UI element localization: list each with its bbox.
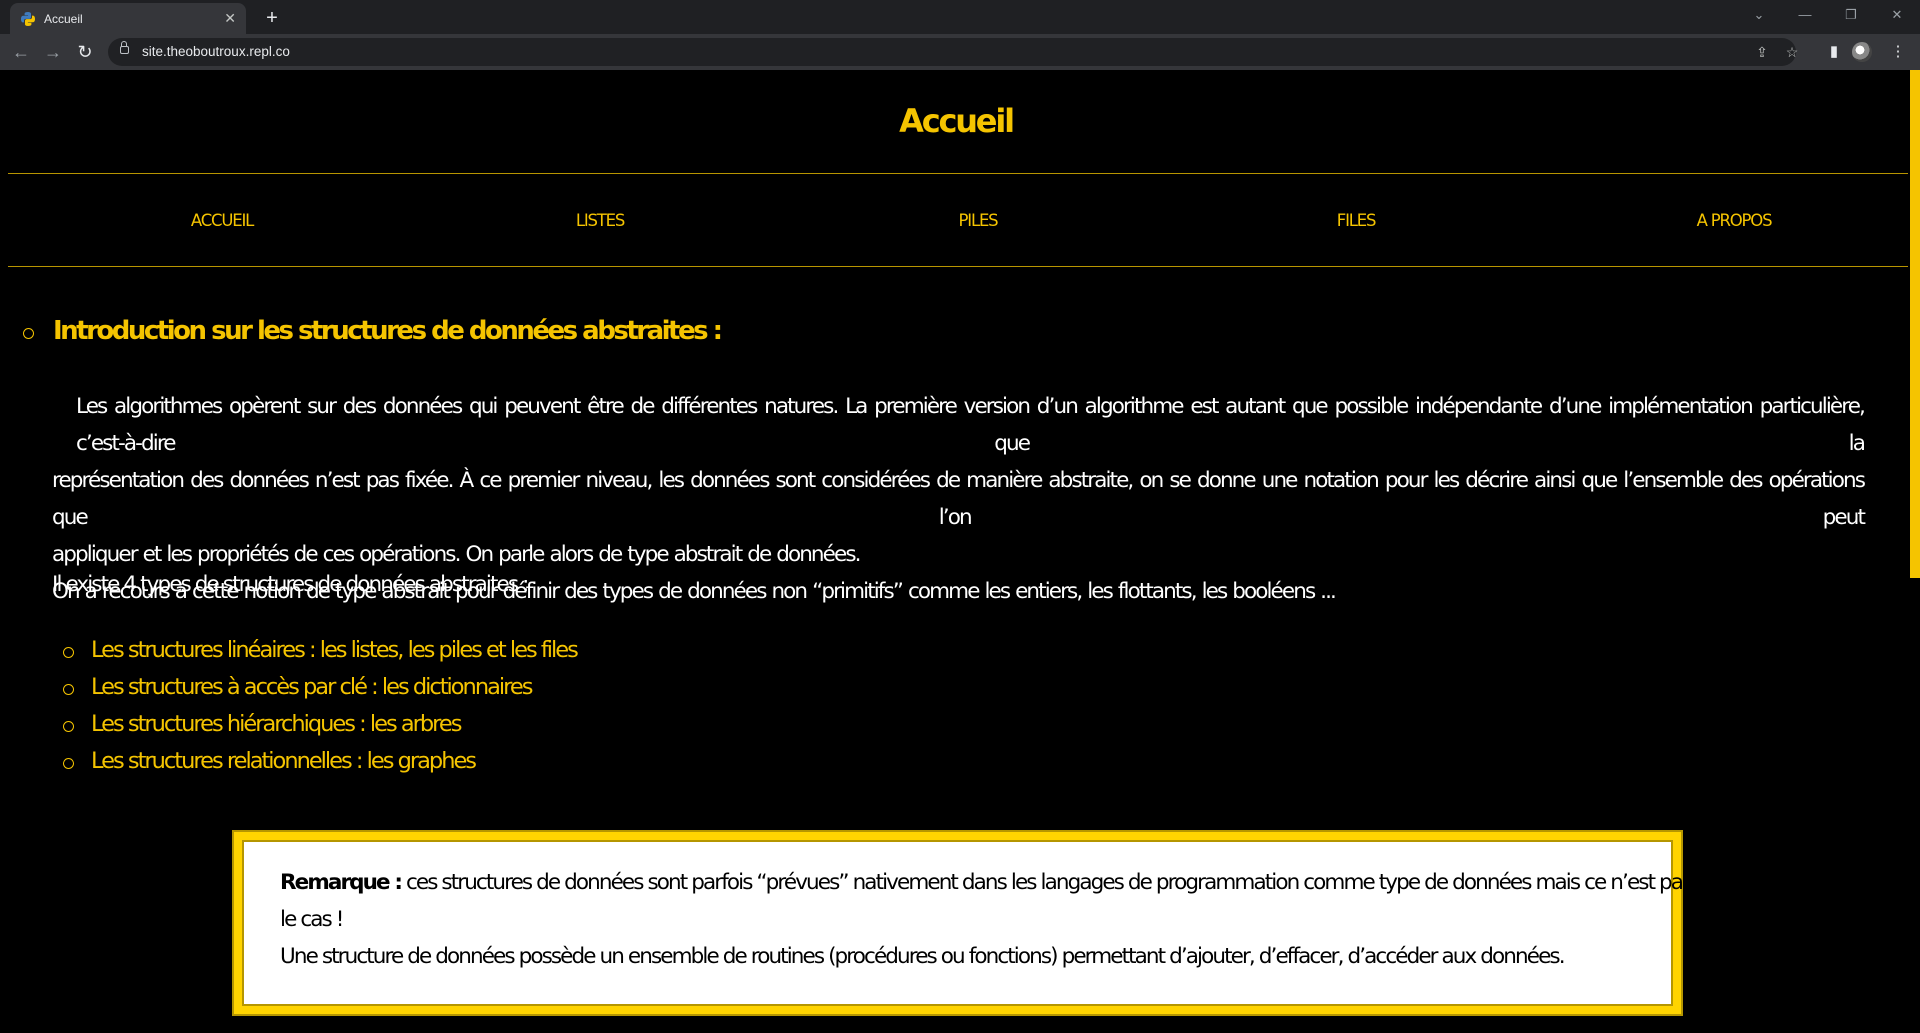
- list-bullet-icon: [63, 647, 74, 658]
- remark-box: Remarque : ces structures de données son…: [232, 830, 1771, 1016]
- list-item: Les structures à accès par clé : les dic…: [91, 674, 533, 700]
- section-bullet-icon: [23, 328, 34, 339]
- section-title: Introduction sur les structures de donné…: [53, 316, 723, 346]
- web-page: Accueil ACCUEIL LISTES PILES FILES A PRO…: [0, 70, 1920, 1033]
- list-bullet-icon: [63, 721, 74, 732]
- browser-toolbar: ← → ↻ site.theoboutroux.repl.co ⇪ ☆ ▮ ⋮: [0, 34, 1920, 70]
- page-title: Accueil: [899, 102, 1015, 140]
- side-panel-icon[interactable]: ▮: [1820, 38, 1848, 66]
- remark-line: Une structure de données possède un ense…: [280, 944, 1566, 969]
- paragraph-line: appliquer et les propriétés de ces opéra…: [52, 542, 861, 567]
- types-intro-text: Il existe 4 types de structures de donné…: [52, 572, 529, 597]
- reload-icon[interactable]: ↻: [71, 38, 99, 66]
- nav-link-accueil[interactable]: ACCUEIL: [191, 211, 254, 230]
- nav-link-piles[interactable]: PILES: [959, 211, 999, 230]
- forward-arrow-icon[interactable]: →: [39, 38, 67, 66]
- tab-search-icon[interactable]: ⌄: [1736, 0, 1782, 30]
- restore-button[interactable]: ❐: [1828, 0, 1874, 30]
- remark-label: Remarque :: [280, 870, 403, 895]
- list-item: Les structures relationnelles : les grap…: [91, 748, 477, 774]
- url-text: site.theoboutroux.repl.co: [142, 44, 290, 59]
- list-item: Les structures linéaires : les listes, l…: [91, 637, 579, 663]
- nav-divider: [8, 266, 1908, 267]
- close-window-button[interactable]: ✕: [1874, 0, 1920, 30]
- tab-title: Accueil: [44, 11, 83, 26]
- new-tab-button[interactable]: +: [258, 4, 286, 32]
- list-bullet-icon: [63, 684, 74, 695]
- list-item: Les structures hiérarchiques : les arbre…: [91, 711, 462, 737]
- close-tab-icon[interactable]: ✕: [224, 10, 236, 27]
- address-bar[interactable]: site.theoboutroux.repl.co ⇪ ☆: [108, 38, 1798, 66]
- remark-line: ces structures de données sont parfois “…: [405, 870, 1771, 895]
- nav-link-a-propos[interactable]: A PROPOS: [1697, 211, 1773, 230]
- list-bullet-icon: [63, 758, 74, 769]
- nav-link-listes[interactable]: LISTES: [576, 211, 626, 230]
- nav-link-files[interactable]: FILES: [1337, 211, 1377, 230]
- profile-avatar[interactable]: [1852, 42, 1872, 62]
- python-logo-icon: [20, 11, 36, 27]
- share-icon[interactable]: ⇪: [1748, 38, 1776, 66]
- browser-tab[interactable]: Accueil ✕: [10, 3, 246, 34]
- browser-tab-strip: Accueil ✕ + ⌄ — ❐ ✕: [0, 0, 1920, 34]
- back-arrow-icon[interactable]: ←: [7, 38, 35, 66]
- header-divider: [8, 173, 1908, 174]
- paragraph-line: représentation des données n’est pas fix…: [52, 468, 1866, 530]
- minimize-button[interactable]: —: [1782, 0, 1828, 30]
- remark-line: le cas !: [280, 907, 344, 932]
- paragraph-line: Les algorithmes opèrent sur des données …: [76, 394, 1866, 456]
- scrollbar-thumb[interactable]: [1910, 70, 1920, 578]
- remark-text: Remarque : ces structures de données son…: [280, 864, 1771, 975]
- lock-icon: [120, 41, 129, 54]
- menu-kebab-icon[interactable]: ⋮: [1884, 38, 1912, 66]
- bookmark-star-icon[interactable]: ☆: [1778, 38, 1806, 66]
